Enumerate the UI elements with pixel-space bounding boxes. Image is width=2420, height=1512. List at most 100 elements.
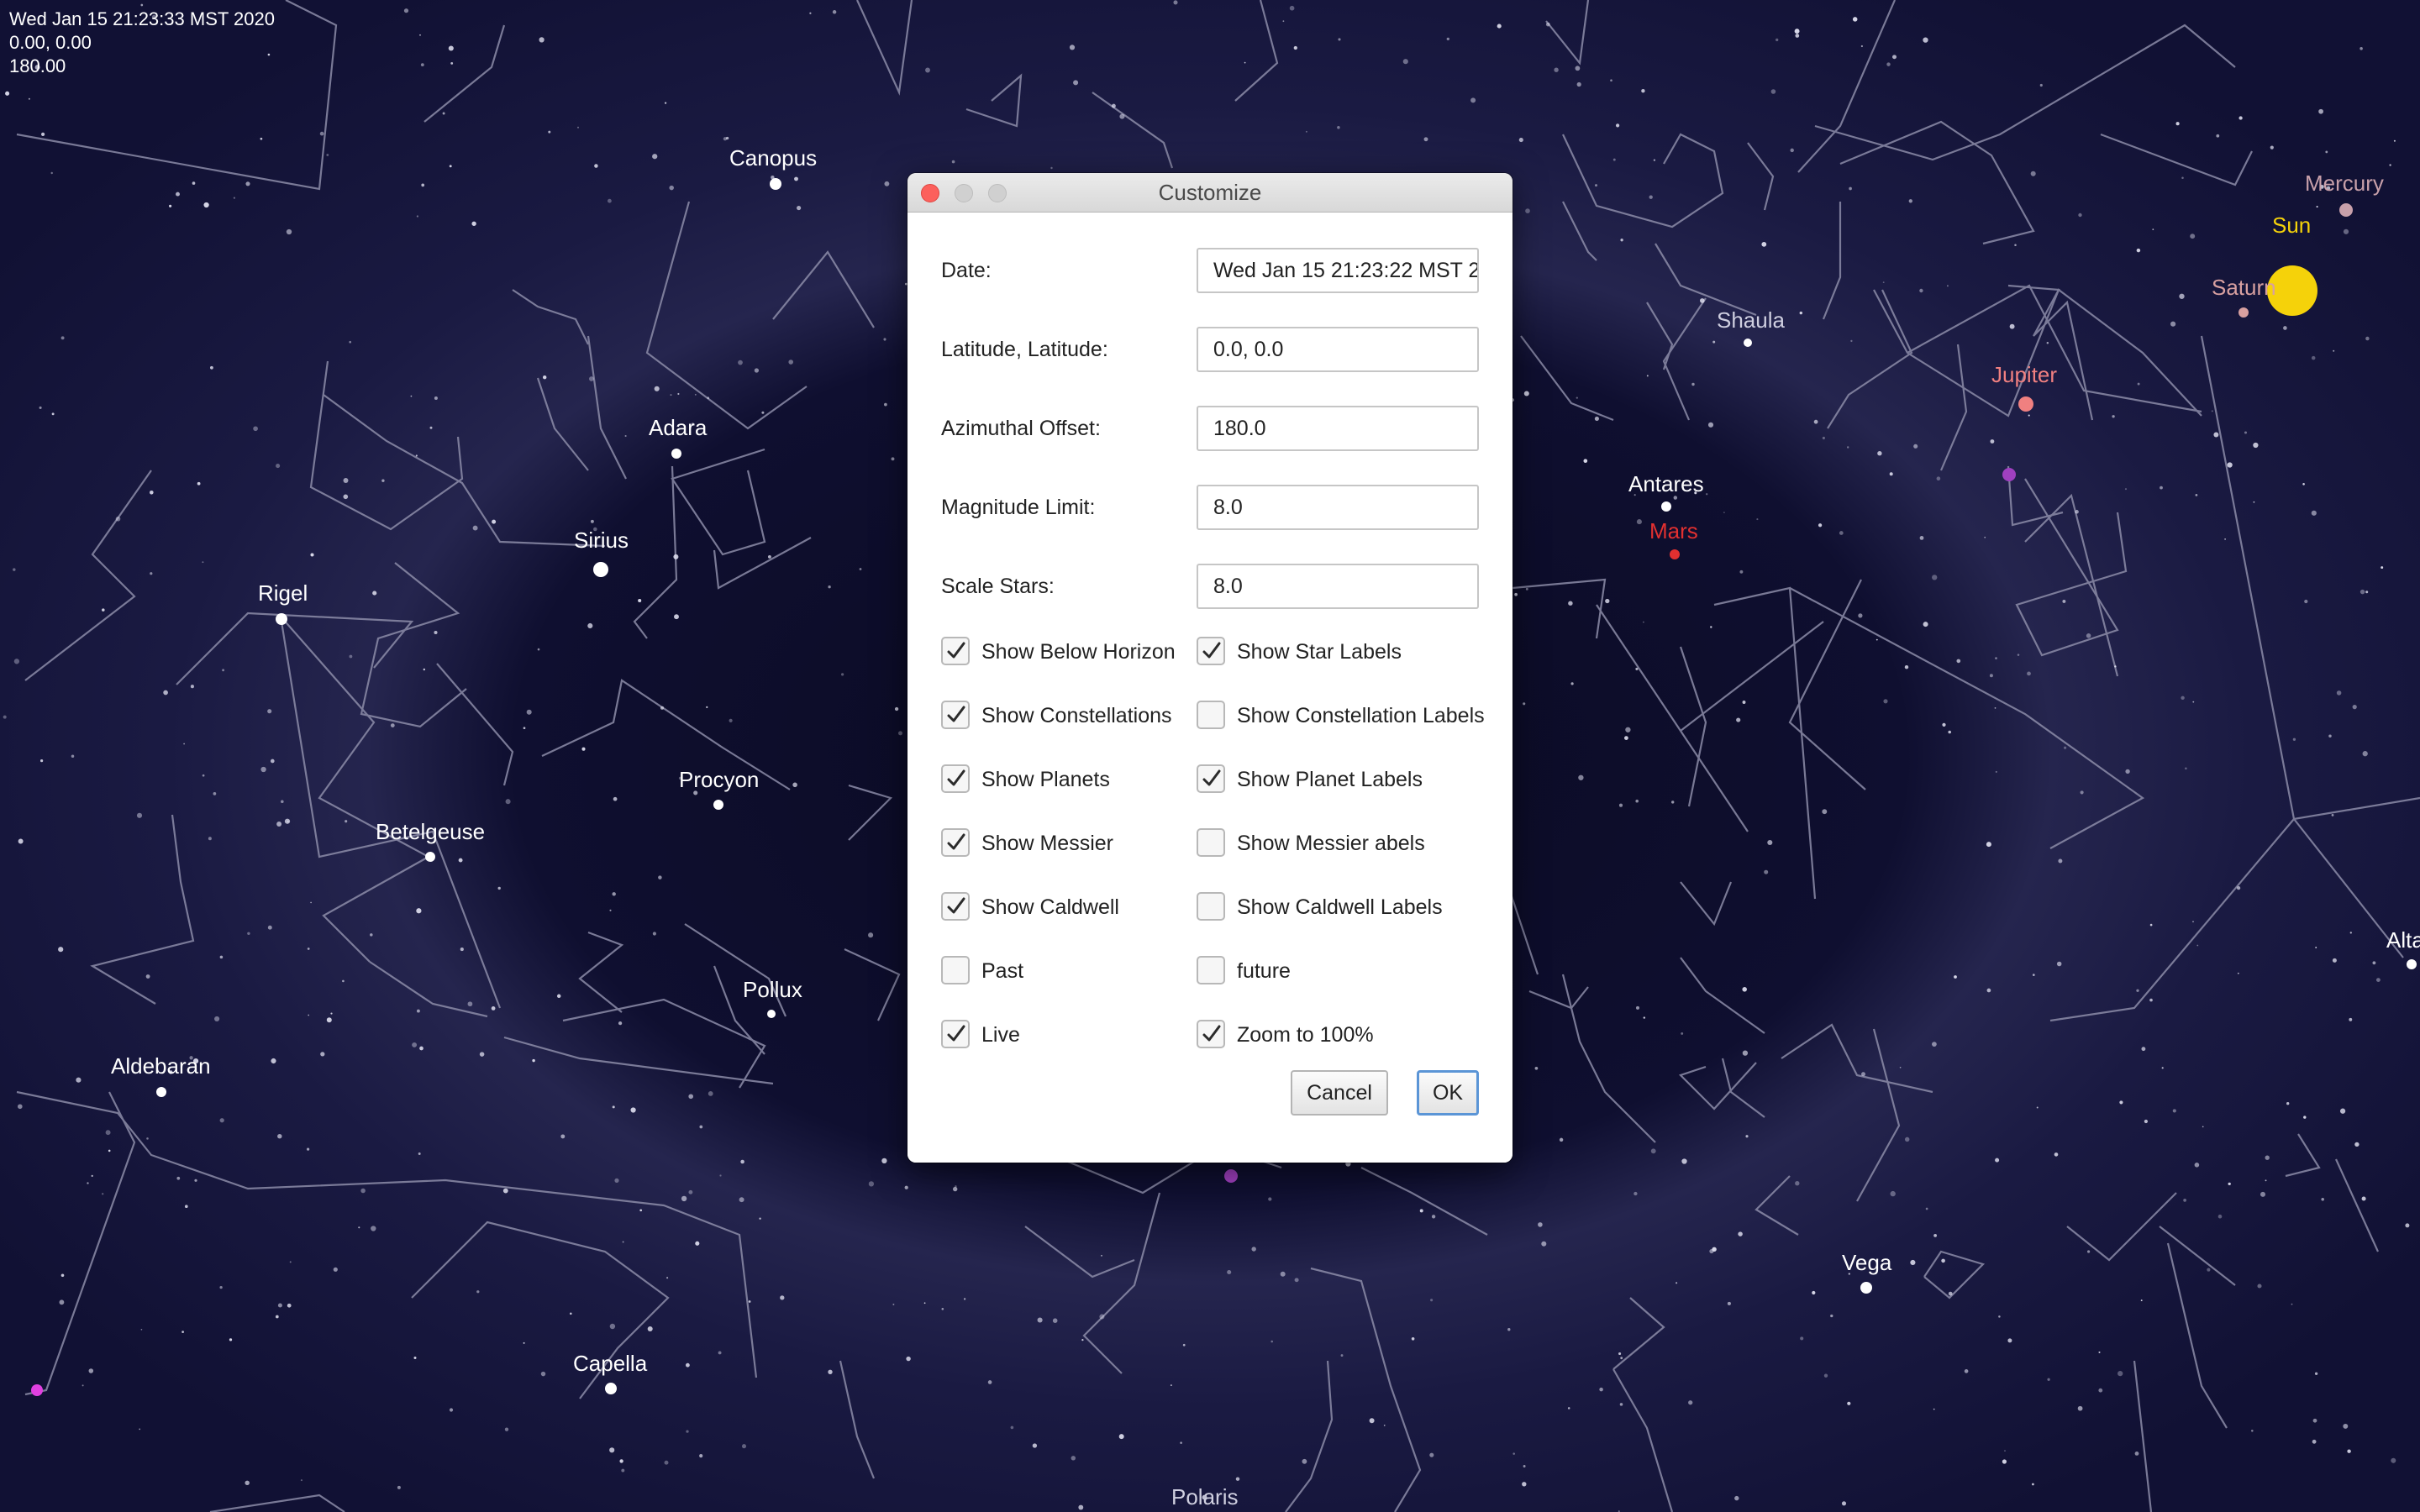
background-star <box>1170 1384 1172 1387</box>
checkbox-box[interactable] <box>1197 828 1225 857</box>
background-star <box>2349 1017 2353 1021</box>
background-star <box>146 1137 149 1140</box>
background-star <box>2311 355 2316 360</box>
background-star <box>1583 459 1588 464</box>
checkmark-icon[interactable] <box>941 828 970 857</box>
messier-object[interactable] <box>2002 468 2016 481</box>
background-star <box>1923 622 1928 627</box>
background-star <box>2360 589 2365 595</box>
background-star <box>1883 699 1888 704</box>
background-star <box>183 743 185 745</box>
planet-saturn[interactable] <box>2238 307 2249 318</box>
star-shaula[interactable] <box>1744 339 1752 347</box>
messier-object[interactable] <box>1224 1169 1238 1183</box>
background-star <box>741 1444 747 1449</box>
messier-object[interactable] <box>31 1384 43 1396</box>
background-star <box>1507 1328 1511 1331</box>
background-star <box>1849 186 1852 191</box>
checkmark-icon[interactable] <box>941 1020 970 1048</box>
background-star <box>548 130 551 134</box>
checkbox-box[interactable] <box>1197 701 1225 729</box>
background-star <box>1761 242 1767 247</box>
background-star <box>1904 664 1909 669</box>
star-altair[interactable] <box>2407 959 2417 969</box>
cancel-button[interactable]: Cancel <box>1291 1070 1388 1116</box>
background-star <box>884 181 890 186</box>
background-star <box>2098 1351 2101 1353</box>
background-star <box>570 1312 572 1315</box>
background-star <box>1861 1072 1865 1077</box>
background-star <box>2137 382 2140 386</box>
magnitude-limit-field[interactable]: 8.0 <box>1197 485 1479 530</box>
planet-jupiter[interactable] <box>2018 396 2033 412</box>
checkbox-box[interactable] <box>1197 892 1225 921</box>
star-procyon[interactable] <box>713 800 723 810</box>
star-vega[interactable] <box>1860 1282 1872 1294</box>
latitude-field[interactable]: 0.0, 0.0 <box>1197 327 1479 372</box>
star-pollux[interactable] <box>767 1010 776 1018</box>
checkmark-icon[interactable] <box>941 701 970 729</box>
background-star <box>619 1459 623 1463</box>
checkbox-box[interactable] <box>1197 956 1225 984</box>
background-star <box>1514 592 1518 596</box>
star-capella[interactable] <box>605 1383 617 1394</box>
azimuthal-offset-field[interactable]: 180.0 <box>1197 406 1479 451</box>
star-canopus[interactable] <box>770 178 781 190</box>
background-star <box>145 974 150 979</box>
background-star <box>1073 80 1079 86</box>
scale-stars-field[interactable]: 8.0 <box>1197 564 1479 609</box>
background-star <box>1111 103 1116 108</box>
background-star <box>1964 1369 1969 1373</box>
background-star <box>2393 139 2396 142</box>
background-star <box>1913 444 1918 449</box>
dialog-titlebar[interactable]: Customize <box>908 173 1512 213</box>
background-star <box>1119 113 1125 119</box>
background-star <box>2036 1106 2039 1109</box>
checkmark-icon[interactable] <box>941 637 970 665</box>
planet-mars[interactable] <box>1670 549 1680 559</box>
star-sirius[interactable] <box>593 562 608 577</box>
planet-mercury[interactable] <box>2339 203 2353 217</box>
date-field[interactable]: Wed Jan 15 21:23:22 MST 2020 <box>1197 248 1479 293</box>
star-label: Alta <box>2386 927 2420 953</box>
background-star <box>2017 654 2020 656</box>
background-star <box>1919 288 1923 293</box>
background-star <box>1576 396 1578 399</box>
background-star <box>1995 1158 2000 1163</box>
date-label: Date: <box>941 259 992 282</box>
background-star <box>449 1408 454 1412</box>
checkmark-icon[interactable] <box>1197 1020 1225 1048</box>
background-star <box>2119 1100 2123 1105</box>
background-star <box>1890 1190 1896 1197</box>
background-star <box>3 715 7 719</box>
background-star <box>923 1302 926 1305</box>
star-adara[interactable] <box>671 449 681 459</box>
background-star <box>666 1277 669 1279</box>
background-star <box>2347 1449 2351 1453</box>
checkbox-label: Show Planets <box>981 768 1110 791</box>
ok-button[interactable]: OK <box>1417 1070 1479 1116</box>
star-rigel[interactable] <box>276 613 287 625</box>
checkmark-icon[interactable] <box>1197 764 1225 793</box>
background-star <box>108 1149 111 1152</box>
background-star <box>1800 1336 1804 1341</box>
background-star <box>2265 1179 2267 1182</box>
background-star <box>590 519 594 523</box>
checkbox-box[interactable] <box>941 956 970 984</box>
background-star <box>1173 0 1178 5</box>
background-star <box>2270 145 2274 150</box>
background-star <box>1497 24 1502 29</box>
background-star <box>1099 1314 1105 1320</box>
star-betelgeuse[interactable] <box>425 852 435 862</box>
background-star <box>1576 81 1581 87</box>
background-star <box>523 727 526 730</box>
star-aldebaran[interactable] <box>156 1087 166 1097</box>
checkmark-icon[interactable] <box>1197 637 1225 665</box>
background-star <box>1635 1005 1640 1010</box>
background-star <box>390 723 395 727</box>
checkmark-icon[interactable] <box>941 764 970 793</box>
background-star <box>2237 972 2239 974</box>
star-antares[interactable] <box>1661 501 1671 512</box>
background-star <box>1925 1207 1928 1210</box>
checkmark-icon[interactable] <box>941 892 970 921</box>
